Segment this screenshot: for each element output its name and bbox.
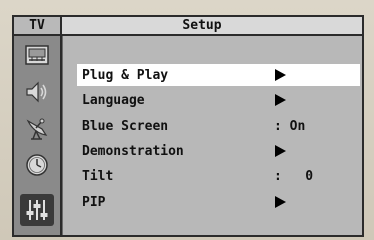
picture-icon[interactable]	[20, 40, 54, 72]
menu-item-blue-screen[interactable]: Blue Screen : On	[77, 115, 360, 137]
menu-item-tilt[interactable]: Tilt : 0	[77, 165, 360, 187]
submenu-arrow-icon	[275, 145, 286, 157]
menu-content: Plug & Play Language Blue Screen : On De…	[62, 36, 362, 235]
sound-icon[interactable]	[20, 76, 54, 108]
menu-item-label: PIP	[82, 194, 106, 210]
menu-title-text: Setup	[182, 18, 222, 33]
menu-item-language[interactable]: Language	[77, 89, 360, 111]
menu-item-value: : 0	[274, 168, 314, 184]
category-sidebar	[14, 36, 62, 235]
menu-item-pip[interactable]: PIP	[77, 191, 360, 213]
menu-item-label: Demonstration	[82, 143, 184, 159]
setup-sliders-icon[interactable]	[20, 194, 54, 226]
menu-item-demonstration[interactable]: Demonstration	[77, 140, 360, 162]
osd-menu-window: TV Setup Plug & Play Language Blue Scree…	[12, 15, 364, 237]
clock-icon[interactable]	[20, 149, 54, 181]
source-label: TV	[14, 17, 62, 36]
channel-antenna-icon[interactable]	[20, 112, 54, 144]
source-label-text: TV	[29, 18, 45, 33]
submenu-arrow-icon	[275, 94, 286, 106]
submenu-arrow-icon	[275, 196, 286, 208]
menu-item-label: Blue Screen	[82, 118, 169, 134]
menu-item-label: Tilt	[82, 168, 114, 184]
menu-item-value: : On	[274, 118, 306, 134]
menu-title: Setup	[62, 17, 362, 36]
menu-item-label: Plug & Play	[82, 67, 169, 83]
submenu-arrow-icon	[275, 69, 286, 81]
menu-item-plug-and-play[interactable]: Plug & Play	[77, 64, 360, 86]
menu-item-label: Language	[82, 92, 145, 108]
